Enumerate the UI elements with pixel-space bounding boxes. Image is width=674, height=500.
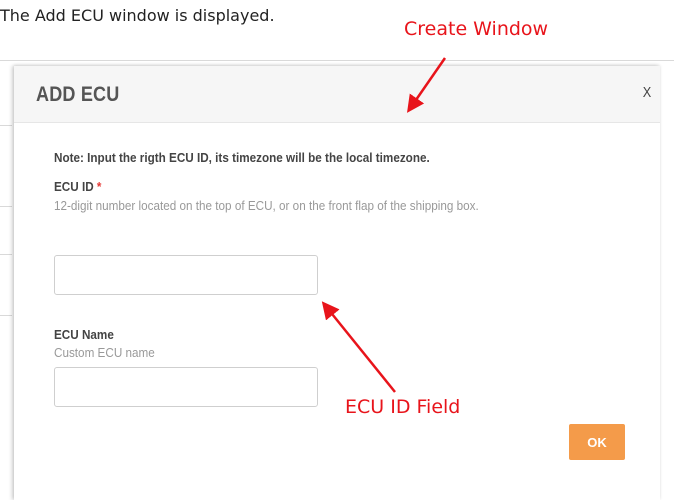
ecu-name-label: ECU Name [54,327,114,342]
page-caption: The Add ECU window is displayed. [0,6,275,25]
dialog-header: ADD ECU X [14,66,660,123]
ecu-id-label: ECU ID * [54,179,101,194]
close-button[interactable]: X [643,84,652,101]
ecu-id-label-text: ECU ID [54,179,94,194]
ecu-id-field-annotation: ECU ID Field [345,396,461,418]
ecu-id-input[interactable] [54,255,318,295]
ecu-name-help: Custom ECU name [54,345,155,360]
ecu-name-input[interactable] [54,367,318,407]
create-window-annotation: Create Window [404,18,549,40]
dialog-note: Note: Input the rigth ECU ID, its timezo… [54,150,430,165]
ecu-id-help: 12-digit number located on the top of EC… [54,198,479,213]
background-divider [0,315,12,316]
dialog-title: ADD ECU [36,83,120,106]
required-marker: * [96,179,102,194]
ok-button[interactable]: OK [569,424,625,460]
background-divider [0,254,12,255]
background-divider [0,206,12,207]
background-divider [0,125,12,126]
background-divider [0,60,674,61]
